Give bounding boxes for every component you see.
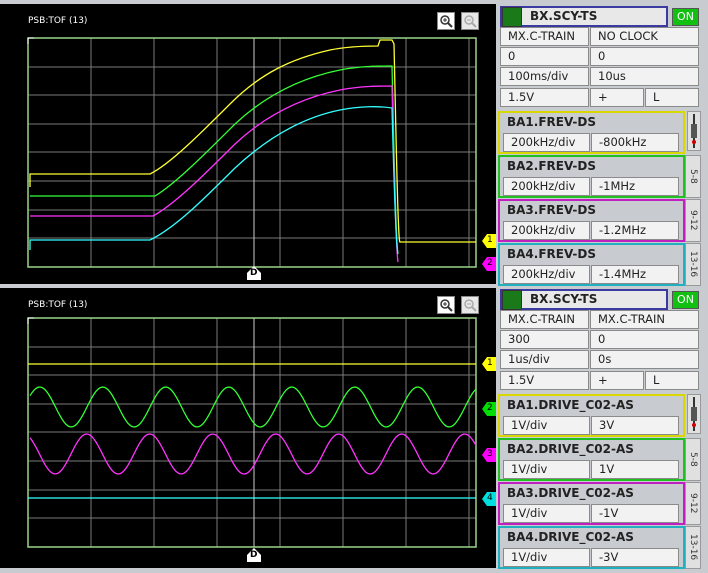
trigger-coupling-top[interactable]: L <box>645 88 699 107</box>
tab-9-12-top[interactable]: 9-12 <box>685 199 701 242</box>
frame-corner-tick-top <box>27 37 34 44</box>
trigger-label-top: D <box>250 268 258 278</box>
channel-offset-3-top[interactable]: -1.2MHz <box>591 221 679 240</box>
channel-marker-3-top[interactable]: 2 <box>482 257 496 271</box>
oscilloscope-display-top[interactable]: PSB:TOF (13) D 1 2 <box>0 4 496 284</box>
channel-scale-2-bottom[interactable]: 1V/div <box>503 460 590 479</box>
channel-group-4-bottom[interactable]: BA4.DRIVE_C02-AS 1V/div -3V <box>498 526 685 569</box>
channel-name-3-top: BA3.FREV-DS <box>507 203 596 217</box>
zoom-out-icon-top[interactable] <box>461 12 479 30</box>
scope-plot-bottom <box>27 317 477 548</box>
zoom-in-icon-bottom[interactable] <box>437 296 455 314</box>
channel-panel-bottom: BX.SCY-TS ON MX.C-TRAIN MX.C-TRAIN 300 0… <box>498 288 708 573</box>
scope-title-bottom: PSB:TOF (13) <box>28 300 88 310</box>
channel-offset-1-top[interactable]: -800kHz <box>591 133 679 152</box>
channel-group-3-top[interactable]: BA3.FREV-DS 200kHz/div -1.2MHz <box>498 199 685 242</box>
channel-marker-3-bottom[interactable]: 3 <box>482 448 496 462</box>
zoom-in-icon-top[interactable] <box>437 12 455 30</box>
channel-marker-2-bottom[interactable]: 2 <box>482 402 496 416</box>
delay2-field-top[interactable]: 0 <box>590 47 699 66</box>
channel-scale-4-bottom[interactable]: 1V/div <box>503 548 590 567</box>
trigger-slope-bottom[interactable]: + <box>590 371 644 390</box>
clock-selector-top[interactable]: NO CLOCK <box>590 27 699 46</box>
delay2-field-bottom[interactable]: 0 <box>590 330 699 349</box>
tab-5-8-top[interactable]: 5-8 <box>685 155 701 198</box>
oscilloscope-display-bottom[interactable]: PSB:TOF (13) D 1 2 3 4 <box>0 288 496 568</box>
channel-scale-2-top[interactable]: 200kHz/div <box>503 177 590 196</box>
scope-title-top: PSB:TOF (13) <box>28 16 88 26</box>
probe-icon-bottom[interactable] <box>687 394 701 434</box>
timing-selector-bottom[interactable]: BX.SCY-TS <box>500 289 668 310</box>
channel-scale-1-top[interactable]: 200kHz/div <box>503 133 590 152</box>
channel-group-2-bottom[interactable]: BA2.DRIVE_C02-AS 1V/div 1V <box>498 438 685 481</box>
channel-name-2-top: BA2.FREV-DS <box>507 159 596 173</box>
status-indicator-bottom <box>502 290 522 310</box>
trigger-level-top[interactable]: 1.5V <box>500 88 589 107</box>
on-toggle-bottom[interactable]: ON <box>672 291 699 309</box>
channel-offset-2-top[interactable]: -1MHz <box>591 177 679 196</box>
timing-selector-top[interactable]: BX.SCY-TS <box>500 6 668 27</box>
channel-scale-4-top[interactable]: 200kHz/div <box>503 265 590 284</box>
timebase-field-top[interactable]: 100ms/div <box>500 67 589 86</box>
trigger-slope-top[interactable]: + <box>590 88 644 107</box>
trigger-label-bottom: D <box>250 550 258 560</box>
channel-scale-3-top[interactable]: 200kHz/div <box>503 221 590 240</box>
trace-ba2-bottom <box>29 386 477 428</box>
trigger-marker-top[interactable]: D <box>247 266 261 280</box>
channel-group-3-bottom[interactable]: BA3.DRIVE_C02-AS 1V/div -1V <box>498 482 685 525</box>
channel-offset-2-bottom[interactable]: 1V <box>591 460 679 479</box>
delay-field-bottom[interactable]: 300 <box>500 330 589 349</box>
channel-name-4-bottom: BA4.DRIVE_C02-AS <box>507 530 634 544</box>
train-selector-bottom[interactable]: MX.C-TRAIN <box>500 310 589 329</box>
channel-name-1-bottom: BA1.DRIVE_C02-AS <box>507 398 634 412</box>
tab-9-12-bottom[interactable]: 9-12 <box>685 482 701 525</box>
channel-marker-4-bottom[interactable]: 4 <box>482 492 496 506</box>
scope-plot-top <box>27 37 477 268</box>
trigger-coupling-bottom[interactable]: L <box>645 371 699 390</box>
channel-group-1-bottom[interactable]: BA1.DRIVE_C02-AS 1V/div 3V <box>498 394 685 437</box>
channel-name-4-top: BA4.FREV-DS <box>507 247 596 261</box>
channel-name-2-bottom: BA2.DRIVE_C02-AS <box>507 442 634 456</box>
on-toggle-top[interactable]: ON <box>672 8 699 26</box>
clock-selector-bottom[interactable]: MX.C-TRAIN <box>590 310 699 329</box>
trace-ba1-top <box>29 39 476 243</box>
trigger-level-bottom[interactable]: 1.5V <box>500 371 589 390</box>
channel-group-4-top[interactable]: BA4.FREV-DS 200kHz/div -1.4MHz <box>498 243 685 286</box>
tab-13-16-bottom[interactable]: 13-16 <box>685 526 701 569</box>
channel-marker-1-bottom[interactable]: 1 <box>482 357 496 371</box>
channel-panel-top: BX.SCY-TS ON MX.C-TRAIN NO CLOCK 0 0 100… <box>498 4 708 289</box>
channel-name-3-bottom: BA3.DRIVE_C02-AS <box>507 486 634 500</box>
channel-group-2-top[interactable]: BA2.FREV-DS 200kHz/div -1MHz <box>498 155 685 198</box>
timebase-field-bottom[interactable]: 1us/div <box>500 350 589 369</box>
tab-13-16-top[interactable]: 13-16 <box>685 243 701 286</box>
channel-offset-4-bottom[interactable]: -3V <box>591 548 679 567</box>
zoom-out-icon-bottom[interactable] <box>461 296 479 314</box>
channel-offset-3-bottom[interactable]: -1V <box>591 504 679 523</box>
grid-bottom <box>28 318 476 547</box>
trace-ba3-bottom <box>29 433 477 475</box>
channel-scale-3-bottom[interactable]: 1V/div <box>503 504 590 523</box>
channel-marker-1-top[interactable]: 1 <box>482 234 496 248</box>
tab-5-8-bottom[interactable]: 5-8 <box>685 438 701 481</box>
channel-scale-1-bottom[interactable]: 1V/div <box>503 416 590 435</box>
channel-name-1-top: BA1.FREV-DS <box>507 115 596 129</box>
channel-group-1-top[interactable]: BA1.FREV-DS 200kHz/div -800kHz <box>498 111 685 154</box>
trigger-marker-bottom[interactable]: D <box>247 548 261 562</box>
delay-field-top[interactable]: 0 <box>500 47 589 66</box>
sampling-field-bottom[interactable]: 0s <box>590 350 699 369</box>
probe-icon-top[interactable] <box>687 111 701 151</box>
channel-offset-1-bottom[interactable]: 3V <box>591 416 679 435</box>
status-indicator-top <box>502 7 522 27</box>
sampling-field-top[interactable]: 10us <box>590 67 699 86</box>
frame-corner-tick-bottom <box>27 317 34 324</box>
channel-offset-4-top[interactable]: -1.4MHz <box>591 265 679 284</box>
train-selector-top[interactable]: MX.C-TRAIN <box>500 27 589 46</box>
